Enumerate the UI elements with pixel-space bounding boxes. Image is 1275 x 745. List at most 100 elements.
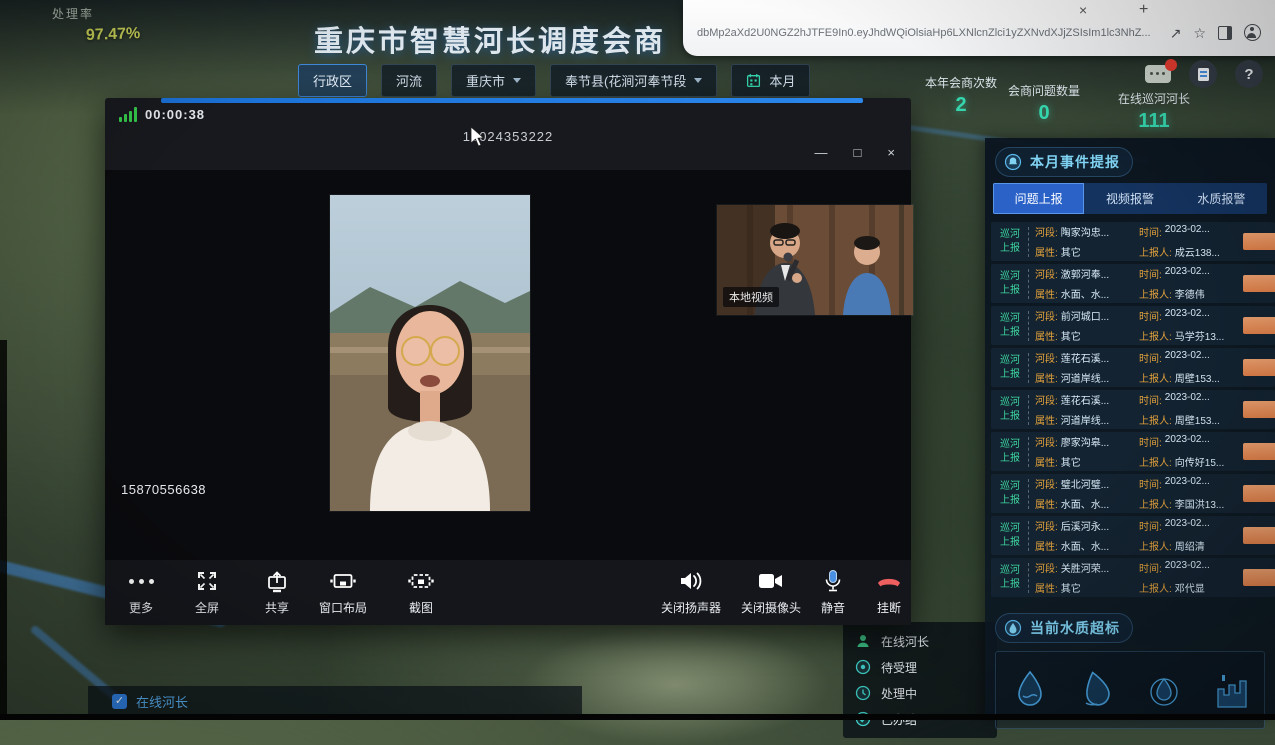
camera-off-button[interactable]: 关闭摄像头: [741, 569, 801, 616]
water-facility-icon: [1214, 669, 1248, 711]
tab-problem-report[interactable]: 问题上报: [993, 183, 1084, 214]
new-tab-button[interactable]: +: [1139, 2, 1148, 18]
event-row[interactable]: 巡河 上报 河段:后溪河永... 属性:水面、水... 时间:2023-02..…: [991, 516, 1275, 555]
checkbox-checked[interactable]: ✓: [112, 694, 127, 709]
fullscreen-icon: [195, 569, 219, 593]
row-action-button[interactable]: [1243, 401, 1275, 418]
row-action-button[interactable]: [1243, 443, 1275, 460]
reporter-label: 上报人:: [1139, 412, 1172, 427]
stat-label: 本年会商次数: [925, 74, 997, 91]
remote-video-placeholder: [330, 195, 530, 511]
legend-label: 在线河长: [881, 633, 929, 650]
row-action-button[interactable]: [1243, 359, 1275, 376]
segment-value: 关胜河荣...: [1061, 560, 1109, 575]
hang-up-icon: [876, 569, 902, 593]
bookmark-star-icon[interactable]: ☆: [1193, 25, 1206, 41]
map-filter-toolbar: 行政区 河流 重庆市 奉节县(花涧河奉节段 本月: [298, 64, 810, 97]
legend-pending[interactable]: 待受理: [855, 654, 997, 680]
segment-label: 河段:: [1035, 476, 1058, 491]
row-action-button[interactable]: [1243, 275, 1275, 292]
badge-divider: [1028, 479, 1029, 509]
tab-close-button[interactable]: ×: [1079, 3, 1087, 17]
event-row[interactable]: 巡河 上报 河段:莲花石溪... 属性:河道岸线... 时间:2023-02..…: [991, 390, 1275, 429]
segment-label: 河段:: [1035, 350, 1058, 365]
share-icon[interactable]: ↗: [1170, 25, 1182, 41]
button-label: 更多: [129, 599, 153, 616]
close-button[interactable]: ×: [887, 146, 895, 160]
attribute-value: 其它: [1061, 328, 1081, 343]
stat-online-chiefs: 在线巡河河长 111: [1118, 90, 1190, 133]
event-list: 巡河 上报 河段:陶家沟忠... 属性:其它 时间:2023-02... 上报人…: [991, 222, 1275, 597]
help-icon[interactable]: ?: [1235, 60, 1263, 88]
segment-label: 河段:: [1035, 224, 1058, 239]
event-row[interactable]: 巡河 上报 河段:莲花石溪... 属性:河道岸线... 时间:2023-02..…: [991, 348, 1275, 387]
event-row[interactable]: 巡河 上报 河段:关胜河荣... 属性:其它 时间:2023-02... 上报人…: [991, 558, 1275, 597]
time-label: 时间:: [1139, 308, 1162, 323]
reporter-label: 上报人:: [1139, 286, 1172, 301]
more-button[interactable]: 更多: [119, 569, 163, 616]
document-extension-icon[interactable]: [1189, 60, 1217, 88]
attribute-label: 属性:: [1035, 454, 1058, 469]
stat-value: 0: [1008, 102, 1080, 125]
badge-line: 上报: [1000, 452, 1020, 466]
profile-icon[interactable]: [1244, 24, 1261, 41]
processing-rate-label: 处理率: [52, 5, 94, 22]
attribute-label: 属性:: [1035, 538, 1058, 553]
legend-online-chief[interactable]: 在线河长: [855, 628, 997, 654]
month-select[interactable]: 本月: [731, 64, 810, 97]
segment-label: 河段:: [1035, 308, 1058, 323]
segment-label: 河段:: [1035, 392, 1058, 407]
remote-video-feed: [330, 195, 530, 511]
row-action-button[interactable]: [1243, 569, 1275, 586]
tab-river[interactable]: 河流: [381, 64, 437, 97]
speaker-off-button[interactable]: 关闭扬声器: [661, 569, 721, 616]
caller-phone-number: 15870556638: [121, 482, 206, 497]
chat-extension-icon[interactable]: [1145, 65, 1171, 83]
tab-video-alarm[interactable]: 视频报警: [1084, 183, 1175, 214]
area-select[interactable]: 奉节县(花涧河奉节段: [550, 64, 717, 97]
month-select-value: 本月: [769, 71, 795, 90]
segment-value: 莲花石溪...: [1061, 392, 1109, 407]
toggle-label: 在线河长: [136, 692, 188, 711]
city-select[interactable]: 重庆市: [451, 64, 536, 97]
stat-label: 在线巡河河长: [1118, 90, 1190, 107]
time-value: 2023-02...: [1165, 476, 1210, 491]
screenshot-button[interactable]: 截图: [399, 569, 443, 616]
event-row[interactable]: 巡河 上报 河段:廖家沟皋... 属性:其它 时间:2023-02... 上报人…: [991, 432, 1275, 471]
tab-water-quality-alarm[interactable]: 水质报警: [1176, 183, 1267, 214]
event-fields: 河段:激郭河奉... 属性:水面、水... 时间:2023-02... 上报人:…: [1035, 266, 1275, 301]
hang-up-button[interactable]: 挂断: [867, 569, 911, 616]
time-label: 时间:: [1139, 392, 1162, 407]
row-action-button[interactable]: [1243, 233, 1275, 250]
row-action-button[interactable]: [1243, 317, 1275, 334]
minimize-button[interactable]: —: [815, 146, 828, 160]
maximize-button[interactable]: □: [854, 146, 862, 160]
event-row[interactable]: 巡河 上报 河段:激郭河奉... 属性:水面、水... 时间:2023-02..…: [991, 264, 1275, 303]
window-layout-button[interactable]: 窗口布局: [319, 569, 367, 616]
row-action-button[interactable]: [1243, 527, 1275, 544]
tab-admin-region[interactable]: 行政区: [298, 64, 367, 97]
event-fields: 河段:莲花石溪... 属性:河道岸线... 时间:2023-02... 上报人:…: [1035, 392, 1275, 427]
legend-processing[interactable]: 处理中: [855, 680, 997, 706]
share-button[interactable]: 共享: [255, 569, 299, 616]
event-row[interactable]: 巡河 上报 河段:前河城口... 属性:其它 时间:2023-02... 上报人…: [991, 306, 1275, 345]
reporter-value: 周绍清: [1175, 538, 1205, 553]
map-terrain-patch: [520, 625, 830, 745]
online-chief-toggle[interactable]: ✓ 在线河长: [88, 686, 582, 716]
segment-label: 河段:: [1035, 434, 1058, 449]
calendar-icon: [746, 73, 761, 88]
local-video-feed: 本地视频: [717, 205, 913, 315]
event-row[interactable]: 巡河 上报 河段:璧北河璧... 属性:水面、水... 时间:2023-02..…: [991, 474, 1275, 513]
badge-line: 巡河: [1000, 228, 1020, 242]
fullscreen-button[interactable]: 全屏: [185, 569, 229, 616]
sidebar-icon[interactable]: [1218, 26, 1232, 40]
reporter-value: 邓代显: [1175, 580, 1205, 595]
time-value: 2023-02...: [1165, 308, 1210, 323]
signal-strength-icon: [119, 107, 137, 122]
row-action-button[interactable]: [1243, 485, 1275, 502]
address-bar[interactable]: dbMp2aXd2U0NGZ2hJTFE9In0.eyJhdWQiOlsiaHp…: [683, 21, 1275, 41]
mute-button[interactable]: 静音: [811, 569, 855, 616]
event-row[interactable]: 巡河 上报 河段:陶家沟忠... 属性:其它 时间:2023-02... 上报人…: [991, 222, 1275, 261]
reporter-label: 上报人:: [1139, 328, 1172, 343]
microphone-icon: [822, 569, 844, 593]
